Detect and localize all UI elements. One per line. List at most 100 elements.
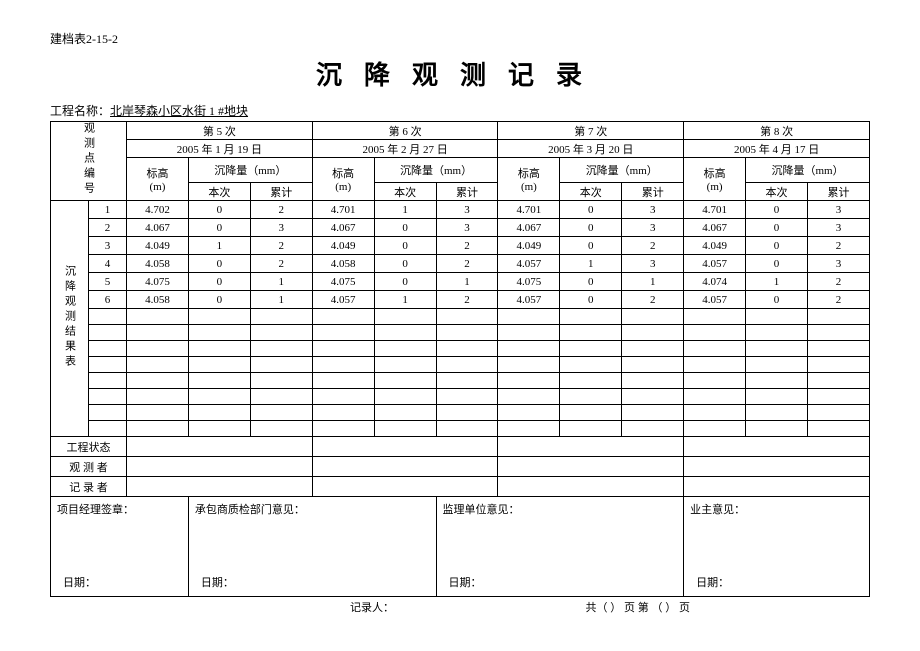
data-cell: 0 <box>560 201 622 219</box>
cumulative-3: 累计 <box>807 183 869 201</box>
data-cell <box>188 325 250 341</box>
data-cell: 4.701 <box>684 201 746 219</box>
data-cell <box>560 341 622 357</box>
session-2-num: 第 7 次 <box>498 122 684 140</box>
table-row <box>51 373 870 389</box>
data-cell: 1 <box>188 237 250 255</box>
data-cell <box>374 309 436 325</box>
data-cell: 4.067 <box>498 219 560 237</box>
data-cell <box>622 357 684 373</box>
data-cell: 1 <box>374 201 436 219</box>
settlement-label-3: 沉降量（mm） <box>746 158 870 183</box>
data-cell <box>250 341 312 357</box>
results-side-label: 沉降观测结果表 <box>62 265 78 370</box>
data-cell: 0 <box>188 219 250 237</box>
project-line: 工程名称：北岸琴森小区水街 1 #地块 <box>50 102 870 119</box>
data-cell <box>188 389 250 405</box>
data-cell <box>560 405 622 421</box>
data-cell <box>684 373 746 389</box>
data-cell <box>560 421 622 437</box>
data-cell <box>127 309 189 325</box>
data-cell: 4.075 <box>498 273 560 291</box>
data-cell <box>312 373 374 389</box>
data-cell: 1 <box>622 273 684 291</box>
data-cell: 4.049 <box>312 237 374 255</box>
data-cell: 0 <box>560 291 622 309</box>
supervisor-sign-cell: 监理单位意见： 日期： <box>436 497 684 597</box>
data-cell: 3 <box>622 255 684 273</box>
data-cell: 2 <box>807 291 869 309</box>
data-cell: 1 <box>250 273 312 291</box>
this-time-1: 本次 <box>374 183 436 201</box>
data-cell: 4.067 <box>684 219 746 237</box>
table-row: 沉降观测结果表14.702024.701134.701034.70103 <box>51 201 870 219</box>
data-cell <box>684 357 746 373</box>
data-cell: 4.057 <box>498 291 560 309</box>
session-0-num: 第 5 次 <box>127 122 313 140</box>
data-cell: 4.049 <box>127 237 189 255</box>
data-cell: 1 <box>436 273 498 291</box>
data-cell: 4.067 <box>127 219 189 237</box>
point-number: 1 <box>89 201 127 219</box>
point-number <box>89 325 127 341</box>
data-cell: 3 <box>250 219 312 237</box>
this-time-0: 本次 <box>188 183 250 201</box>
data-cell: 2 <box>807 237 869 255</box>
data-cell: 4.057 <box>684 291 746 309</box>
data-cell <box>250 373 312 389</box>
session-2-date: 2005 年 3 月 20 日 <box>498 140 684 158</box>
data-cell <box>127 389 189 405</box>
data-cell <box>622 325 684 341</box>
data-cell <box>312 357 374 373</box>
data-cell: 0 <box>188 291 250 309</box>
point-number <box>89 405 127 421</box>
project-label: 工程名称： <box>50 104 110 118</box>
data-cell <box>560 309 622 325</box>
data-cell <box>188 357 250 373</box>
session-0-date: 2005 年 1 月 19 日 <box>127 140 313 158</box>
data-cell: 2 <box>250 237 312 255</box>
data-cell <box>807 325 869 341</box>
table-row <box>51 325 870 341</box>
session-3-num: 第 8 次 <box>684 122 870 140</box>
data-cell: 4.701 <box>312 201 374 219</box>
data-cell <box>807 373 869 389</box>
data-cell: 4.701 <box>498 201 560 219</box>
cumulative-0: 累计 <box>250 183 312 201</box>
data-cell <box>807 309 869 325</box>
data-cell: 0 <box>374 237 436 255</box>
recorder-label: 记 录 者 <box>51 477 127 497</box>
table-row <box>51 341 870 357</box>
table-row <box>51 389 870 405</box>
elev-label-0: 标高 <box>146 168 168 180</box>
point-number: 3 <box>89 237 127 255</box>
data-cell <box>374 421 436 437</box>
data-cell: 1 <box>374 291 436 309</box>
elev-label-2: 标高 <box>518 168 540 180</box>
data-cell <box>127 357 189 373</box>
page-title: 沉降观测记录 <box>50 55 870 92</box>
data-cell <box>250 421 312 437</box>
supervisor-date-label: 日期： <box>449 574 482 590</box>
data-cell: 4.075 <box>312 273 374 291</box>
data-cell: 3 <box>807 201 869 219</box>
elev-unit-1: (m) <box>335 181 351 193</box>
elev-label-3: 标高 <box>704 168 726 180</box>
cumulative-2: 累计 <box>622 183 684 201</box>
session-1-date: 2005 年 2 月 27 日 <box>312 140 498 158</box>
data-cell: 0 <box>746 219 808 237</box>
data-cell <box>374 373 436 389</box>
cumulative-1: 累计 <box>436 183 498 201</box>
data-cell <box>746 405 808 421</box>
data-cell <box>127 341 189 357</box>
data-cell <box>498 309 560 325</box>
pm-sign-label: 项目经理签章： <box>57 501 182 517</box>
project-name: 北岸琴森小区水街 1 #地块 <box>110 104 248 118</box>
data-cell: 1 <box>250 291 312 309</box>
data-cell: 2 <box>250 255 312 273</box>
data-cell <box>498 373 560 389</box>
data-cell <box>684 309 746 325</box>
elev-label-1: 标高 <box>332 168 354 180</box>
data-cell <box>684 405 746 421</box>
session-3-date: 2005 年 4 月 17 日 <box>684 140 870 158</box>
